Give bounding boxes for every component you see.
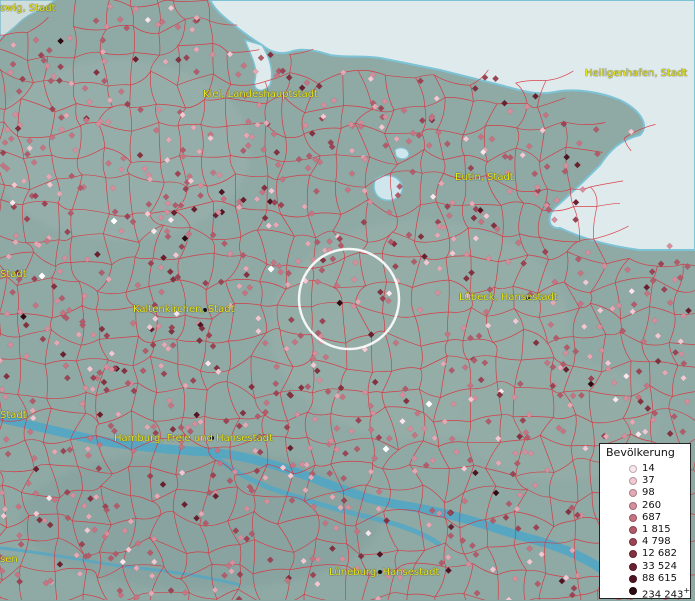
- legend-label: 1 815: [642, 524, 671, 535]
- legend-row: 88 615: [600, 573, 692, 585]
- city-label-lueneburg[interactable]: Lüneburg, Hansestadt: [329, 567, 439, 578]
- lake-small: [394, 147, 410, 160]
- legend-swatch: [629, 550, 637, 559]
- legend-swatch: [629, 538, 637, 547]
- city-label-stadt-left[interactable]: Stadt: [0, 269, 27, 280]
- legend-label: 12 682: [642, 548, 677, 560]
- legend-swatch: [629, 513, 637, 522]
- legend-row: 12 682: [600, 548, 692, 560]
- city-label-luebeck[interactable]: Lübeck, Hansestadt: [459, 292, 558, 303]
- city-label-eutin[interactable]: Eutin, Stadt: [455, 172, 514, 183]
- legend-swatch: [629, 574, 637, 583]
- city-label-schleswig[interactable]: swig, Stadt: [0, 3, 56, 14]
- city-label-kaltenkirchen[interactable]: Kaltenkirchen, Stadt: [133, 304, 235, 315]
- city-label-stadt-left-2[interactable]: Stadt: [0, 410, 27, 421]
- legend-label: 260: [642, 499, 662, 511]
- city-label-heiligenhafen[interactable]: Heiligenhafen, Stadt: [585, 68, 687, 79]
- legend-row: 37: [600, 475, 692, 487]
- legend-row: 14: [600, 463, 692, 475]
- map-canvas[interactable]: [0, 0, 695, 600]
- legend-label: 98: [642, 487, 655, 499]
- legend-row: 1 815: [600, 524, 692, 536]
- legend-swatch: [629, 526, 637, 534]
- city-label-hamburg[interactable]: Hamburg, Freie und Hansestadt: [114, 433, 273, 444]
- legend-row: 98: [600, 487, 692, 499]
- legend-label: 687: [642, 511, 662, 523]
- legend-swatch: [629, 587, 637, 595]
- legend-row: 4 798: [600, 536, 692, 548]
- legend-row: 687: [600, 512, 692, 524]
- legend-label: 37: [642, 475, 655, 487]
- legend-row: 260: [600, 500, 692, 512]
- legend-label: 4 798: [642, 536, 671, 548]
- legend-swatch: [629, 465, 637, 473]
- legend-label: 234 243+: [642, 586, 691, 601]
- legend-label: 14: [642, 463, 655, 474]
- population-legend: Bevölkerung 14 37 98 260 687 1 815 4 798 12 682…: [599, 443, 692, 600]
- city-label-sen[interactable]: sen: [0, 554, 18, 565]
- legend-label: 33 524: [642, 560, 677, 572]
- legend-label: 88 615: [642, 572, 677, 584]
- legend-row: 33 524: [600, 561, 692, 573]
- legend-row: 234 243+: [600, 585, 692, 600]
- legend-title: Bevölkerung: [606, 446, 675, 459]
- legend-swatch: [629, 477, 637, 486]
- city-label-kiel[interactable]: Kiel, Landeshauptstadt: [203, 89, 318, 100]
- legend-swatch: [629, 562, 637, 571]
- legend-overflow-marker: +: [683, 586, 691, 595]
- legend-swatch: [629, 501, 637, 510]
- legend-swatch: [629, 489, 637, 498]
